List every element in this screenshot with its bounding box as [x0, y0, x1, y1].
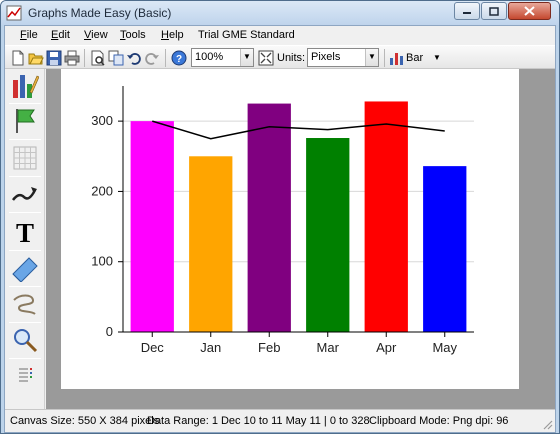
chevron-down-icon: ▼ — [240, 49, 253, 66]
app-window: Graphs Made Easy (Basic) File Edit View … — [0, 0, 560, 434]
app-icon — [6, 5, 22, 21]
x-tick-label: Apr — [376, 340, 397, 355]
bar-may — [423, 166, 467, 332]
bar-jan — [189, 156, 233, 332]
grid-icon[interactable] — [11, 144, 39, 172]
menu-view[interactable]: View — [84, 29, 108, 41]
y-tick-label: 0 — [106, 324, 113, 339]
bar-apr — [364, 101, 408, 332]
status-data-range: Data Range: 1 Dec 10 to 11 May 11 | 0 to… — [147, 415, 370, 427]
menu-tools[interactable]: Tools — [120, 29, 146, 41]
menu-file[interactable]: File — [20, 29, 38, 41]
bar-feb — [247, 103, 291, 332]
chart-type-label[interactable]: Bar — [406, 52, 423, 64]
toolbar-separator — [84, 49, 85, 67]
text-tool-icon[interactable]: T — [11, 217, 39, 245]
maximize-button[interactable] — [481, 2, 507, 20]
minimize-button[interactable] — [454, 2, 480, 20]
svg-text:T: T — [16, 218, 34, 245]
y-tick-label: 200 — [91, 183, 113, 198]
close-icon — [524, 6, 535, 16]
x-tick-label: Dec — [141, 340, 165, 355]
palette-separator — [9, 358, 41, 359]
chart-tool-icon[interactable] — [11, 72, 39, 100]
x-tick-label: Mar — [317, 340, 340, 355]
chevron-down-icon: ▼ — [365, 49, 378, 66]
menu-edit[interactable]: Edit — [51, 29, 70, 41]
toolbar-separator — [165, 49, 166, 67]
print-preview-icon[interactable] — [90, 50, 106, 66]
chevron-down-icon[interactable]: ▼ — [433, 53, 441, 62]
client-area: File Edit View Tools Help Trial GME Stan… — [4, 25, 556, 433]
svg-text:?: ? — [176, 54, 182, 65]
eraser-icon[interactable] — [11, 254, 39, 282]
save-icon[interactable] — [46, 50, 62, 66]
bar-dec — [130, 121, 174, 332]
palette-separator — [9, 212, 41, 213]
new-file-icon[interactable] — [10, 50, 26, 66]
magnifier-icon[interactable] — [11, 326, 39, 354]
resize-grip-icon[interactable] — [541, 418, 553, 430]
x-tick-label: Jan — [200, 340, 221, 355]
menu-trial[interactable]: Trial GME Standard — [198, 29, 295, 41]
chart-canvas[interactable]: 0 100 200 300 Dec Jan Feb Mar Apr May — [61, 69, 519, 389]
print-icon[interactable] — [64, 50, 80, 66]
palette-separator — [9, 250, 41, 251]
open-folder-icon[interactable] — [28, 50, 44, 66]
menu-bar: File Edit View Tools Help Trial GME Stan… — [5, 26, 555, 45]
menu-help[interactable]: Help — [161, 29, 184, 41]
zoom-select[interactable]: 100% ▼ — [191, 48, 254, 67]
minimize-icon — [463, 12, 471, 14]
toolbar-separator — [384, 49, 385, 67]
units-value: Pixels — [311, 51, 341, 63]
palette-separator — [9, 322, 41, 323]
redo-icon[interactable] — [144, 50, 160, 66]
y-tick-label: 300 — [91, 113, 113, 128]
help-icon[interactable]: ? — [171, 50, 187, 66]
units-select[interactable]: Pixels ▼ — [307, 48, 379, 67]
flag-icon[interactable] — [11, 107, 39, 135]
tool-palette: T — [5, 69, 45, 409]
work-area: 0 100 200 300 Dec Jan Feb Mar Apr May — [46, 69, 555, 409]
palette-separator — [9, 103, 41, 104]
maximize-icon — [489, 6, 499, 16]
palette-separator — [9, 139, 41, 140]
y-tick-label: 100 — [91, 254, 113, 269]
palette-separator — [9, 286, 41, 287]
freehand-icon[interactable] — [11, 290, 39, 318]
status-bar: Canvas Size: 550 X 384 pixels Data Range… — [5, 409, 555, 432]
close-button[interactable] — [508, 2, 551, 20]
toolbar: ? 100% ▼ Units: Pixels ▼ Bar ▼ — [5, 45, 555, 69]
bar-mar — [306, 138, 350, 332]
zoom-value: 100% — [195, 51, 224, 63]
bar-chart-icon[interactable] — [389, 50, 405, 66]
line-tool-icon[interactable] — [11, 180, 39, 208]
status-canvas-size: Canvas Size: 550 X 384 pixels — [10, 415, 160, 427]
undo-icon[interactable] — [126, 50, 142, 66]
palette-separator — [9, 176, 41, 177]
legend-icon[interactable] — [11, 362, 39, 390]
title-bar[interactable]: Graphs Made Easy (Basic) — [1, 1, 559, 25]
x-tick-label: Feb — [258, 340, 280, 355]
copy-icon[interactable] — [108, 50, 124, 66]
status-clipboard: Clipboard Mode: Png dpi: 96 — [369, 415, 509, 427]
window-title: Graphs Made Easy (Basic) — [28, 6, 172, 20]
units-label: Units: — [277, 52, 306, 64]
fit-to-window-icon[interactable] — [258, 50, 274, 66]
bar-chart[interactable]: 0 100 200 300 Dec Jan Feb Mar Apr May — [61, 69, 519, 389]
x-tick-label: May — [432, 340, 457, 355]
